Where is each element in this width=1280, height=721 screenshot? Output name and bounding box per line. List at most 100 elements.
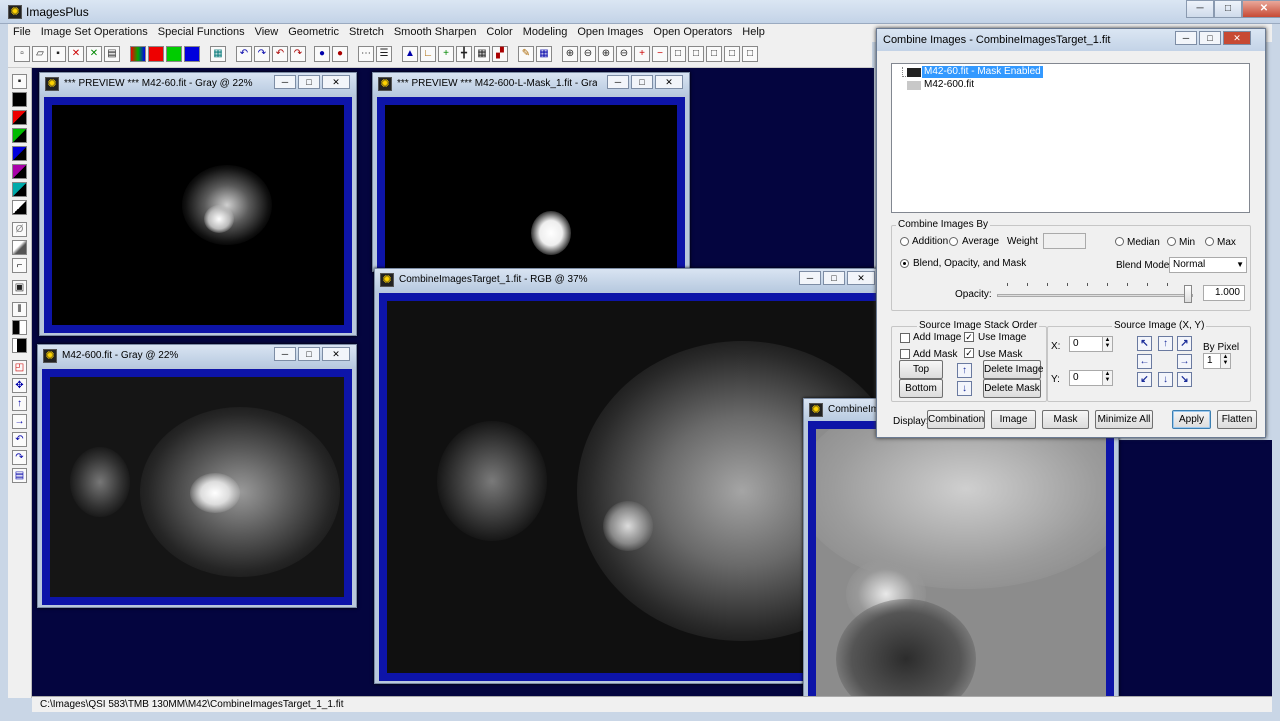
close-button[interactable]: ✕	[1242, 0, 1280, 18]
arrow-down-right-icon[interactable]: ↘	[1177, 372, 1192, 387]
delete-image-button[interactable]: Delete Image	[983, 360, 1043, 379]
minimize-all-button[interactable]: Minimize All	[1095, 410, 1153, 429]
close-all-icon[interactable]: ✕	[86, 46, 102, 62]
histogram-icon[interactable]: ▲	[402, 46, 418, 62]
magenta-mask-icon[interactable]	[12, 164, 27, 179]
m42-600-mask-preview-image[interactable]	[385, 105, 677, 271]
minimize-button[interactable]: ─	[274, 75, 296, 89]
addition-radio[interactable]	[900, 237, 909, 246]
lasso-icon[interactable]: Ø	[12, 222, 27, 237]
gradient-icon[interactable]	[12, 240, 27, 255]
close-button[interactable]: ✕	[1223, 31, 1251, 45]
select-icon[interactable]: ▣	[12, 280, 27, 295]
minimize-button[interactable]: ─	[799, 271, 821, 285]
add-mask-checkbox[interactable]	[900, 349, 910, 359]
blend-mode-select[interactable]: Normal ▼	[1169, 257, 1247, 273]
use-image-checkbox[interactable]: ✓	[964, 332, 974, 342]
maximize-button[interactable]: □	[823, 271, 845, 285]
menu-stretch[interactable]: Stretch	[344, 24, 389, 42]
window-titlebar[interactable]: ✺ *** PREVIEW *** M42-60.fit - Gray @ 22…	[40, 73, 356, 95]
zoom-reset-icon[interactable]: ⊖	[616, 46, 632, 62]
close-image-icon[interactable]: ✕	[68, 46, 84, 62]
zoom-out-icon[interactable]: ⊖	[580, 46, 596, 62]
calculator-icon[interactable]: ▦	[474, 46, 490, 62]
window-titlebar[interactable]: ✺ M42-600.fit - Gray @ 22% ─ □ ✕	[38, 345, 356, 367]
arrow-up-left-icon[interactable]: ↖	[1137, 336, 1152, 351]
grid-icon[interactable]: ▦	[210, 46, 226, 62]
minimize-button[interactable]: ─	[1175, 31, 1197, 45]
rotate-right-icon[interactable]: ↷	[12, 450, 27, 465]
crop-icon[interactable]: ⌐	[12, 258, 27, 273]
save-icon[interactable]: ▪	[50, 46, 66, 62]
close-button[interactable]: ✕	[655, 75, 683, 89]
spinner-arrows-icon[interactable]: ▲ ▼	[1220, 354, 1230, 368]
menu-file[interactable]: File	[8, 24, 36, 42]
frame-5-icon[interactable]: □	[742, 46, 758, 62]
rgb-channels-icon[interactable]	[130, 46, 146, 62]
redo-icon[interactable]: ↷	[254, 46, 270, 62]
dots-icon[interactable]: ⋯	[358, 46, 374, 62]
menu-open-operators[interactable]: Open Operators	[648, 24, 737, 42]
image-window-combine-small[interactable]: ✺ CombineIma	[803, 398, 1119, 716]
target-icon[interactable]: ╋	[456, 46, 472, 62]
table-icon[interactable]: ▦	[536, 46, 552, 62]
menu-color[interactable]: Color	[481, 24, 517, 42]
average-radio[interactable]	[949, 237, 958, 246]
window-titlebar[interactable]: ✺ CombineImagesTarget_1.fit - RGB @ 37% …	[375, 269, 893, 291]
green-channel-icon[interactable]	[166, 46, 182, 62]
menu-geometric[interactable]: Geometric	[283, 24, 344, 42]
stop-icon[interactable]: ●	[332, 46, 348, 62]
x-spinner[interactable]: 0 ▲ ▼	[1069, 336, 1113, 352]
menu-open-images[interactable]: Open Images	[572, 24, 648, 42]
window-titlebar[interactable]: ✺ *** PREVIEW *** M42-600-L-Mask_1.fit -…	[373, 73, 689, 95]
frame-2-icon[interactable]: □	[688, 46, 704, 62]
minimize-button[interactable]: ─	[274, 347, 296, 361]
move-icon[interactable]: ✥	[12, 378, 27, 393]
red-channel-icon[interactable]	[148, 46, 164, 62]
frame-3-icon[interactable]: □	[706, 46, 722, 62]
opacity-field[interactable]: 1.000	[1203, 285, 1245, 301]
source-image-list[interactable]: M42-60.fit - Mask Enabled M42-600.fit	[891, 63, 1250, 213]
menu-smooth-sharpen[interactable]: Smooth Sharpen	[389, 24, 482, 42]
by-pixel-spinner[interactable]: 1 ▲ ▼	[1203, 353, 1231, 369]
mask-button[interactable]: Mask	[1042, 410, 1089, 429]
minus-icon[interactable]: −	[652, 46, 668, 62]
print-icon[interactable]: ▤	[104, 46, 120, 62]
close-button[interactable]: ✕	[847, 271, 875, 285]
minimize-button[interactable]: ─	[607, 75, 629, 89]
crosshair-icon[interactable]: +	[438, 46, 454, 62]
arrow-right-icon[interactable]: →	[12, 414, 27, 429]
preview-window-m42-600-mask[interactable]: ✺ *** PREVIEW *** M42-600-L-Mask_1.fit -…	[372, 72, 690, 272]
open-folder-icon[interactable]: ▱	[32, 46, 48, 62]
flatten-button[interactable]: Flatten	[1217, 410, 1257, 429]
max-radio[interactable]	[1205, 237, 1214, 246]
image-button[interactable]: Image	[991, 410, 1036, 429]
new-icon[interactable]: ▫	[14, 46, 30, 62]
red-mask-icon[interactable]	[12, 110, 27, 125]
apply-button[interactable]: Apply	[1172, 410, 1211, 429]
top-button[interactable]: Top	[899, 360, 943, 379]
plus-icon[interactable]: +	[634, 46, 650, 62]
undo-all-icon[interactable]: ↶	[272, 46, 288, 62]
selection-tool-icon[interactable]: ◰	[12, 360, 27, 375]
delete-mask-button[interactable]: Delete Mask	[983, 379, 1041, 398]
frame-1-icon[interactable]: □	[670, 46, 686, 62]
min-radio[interactable]	[1167, 237, 1176, 246]
maximize-button[interactable]: □	[298, 75, 320, 89]
frame-4-icon[interactable]: □	[724, 46, 740, 62]
menu-modeling[interactable]: Modeling	[518, 24, 573, 42]
maximize-button[interactable]: □	[1199, 31, 1221, 45]
median-radio[interactable]	[1115, 237, 1124, 246]
list-item[interactable]: M42-600.fit	[922, 79, 976, 91]
list-icon[interactable]: ☰	[376, 46, 392, 62]
menu-view[interactable]: View	[250, 24, 284, 42]
combine-small-image[interactable]	[816, 429, 1106, 705]
menu-image-set-operations[interactable]: Image Set Operations	[36, 24, 153, 42]
y-spinner[interactable]: 0 ▲ ▼	[1069, 370, 1113, 386]
image-window-m42-600[interactable]: ✺ M42-600.fit - Gray @ 22% ─ □ ✕	[37, 344, 357, 608]
pencil-icon[interactable]: ✎	[518, 46, 534, 62]
save-icon[interactable]: ▪	[12, 74, 27, 89]
bottom-button[interactable]: Bottom	[899, 379, 943, 398]
maximize-button[interactable]: □	[631, 75, 653, 89]
move-up-arrow-icon[interactable]: ↑	[957, 363, 972, 378]
